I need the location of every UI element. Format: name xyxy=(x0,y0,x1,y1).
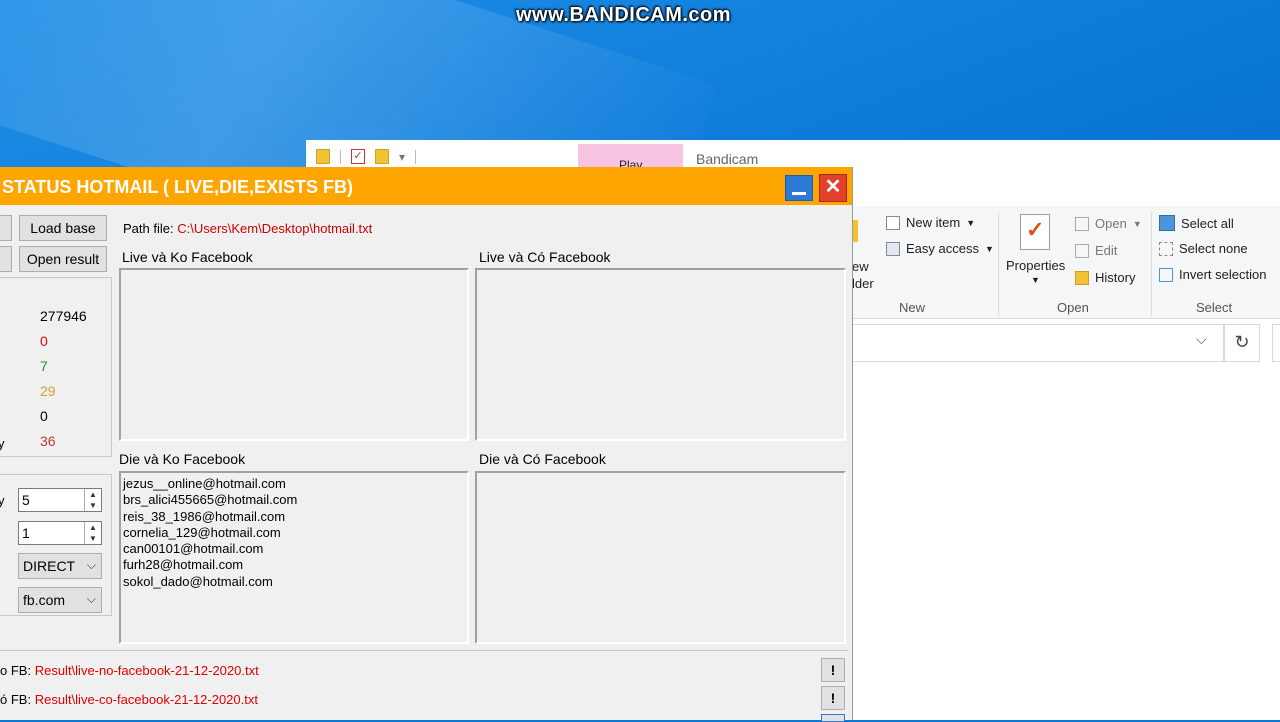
invert-selection-button[interactable]: Invert selection xyxy=(1159,267,1266,282)
minimize-button[interactable] xyxy=(785,175,813,201)
new-folder-label-partial[interactable]: ew lder xyxy=(852,258,874,292)
load-base-button[interactable]: Load base xyxy=(19,215,107,241)
list-item[interactable]: brs_alici455665@hotmail.com xyxy=(123,492,465,508)
easy-access-icon xyxy=(886,241,900,256)
list-item[interactable]: sokol_dado@hotmail.com xyxy=(123,574,465,590)
select-all-icon xyxy=(1159,215,1175,231)
chevron-down-icon: ⌵ xyxy=(86,558,96,572)
result-live-no-facebook: o FB: Result\live-no-facebook-21-12-2020… xyxy=(0,663,259,678)
live-co-facebook-list[interactable] xyxy=(475,268,846,441)
properties-check-icon[interactable]: ✓ xyxy=(351,149,365,164)
new-item-icon xyxy=(886,215,900,230)
path-file-value: C:\Users\Kem\Desktop\hotmail.txt xyxy=(177,221,373,236)
search-box[interactable] xyxy=(1272,324,1280,362)
list-item[interactable]: reis_38_1986@hotmail.com xyxy=(123,509,465,525)
list-item[interactable]: can00101@hotmail.com xyxy=(123,541,465,557)
divider xyxy=(0,650,848,651)
explorer-title: Bandicam xyxy=(696,151,759,167)
customize-toolbar-icon[interactable]: ▾ xyxy=(399,150,405,164)
live-co-facebook-label: Live và Có Facebook xyxy=(479,249,611,265)
group-select-label: Select xyxy=(1196,300,1233,315)
die-ko-facebook-label: Die và Ko Facebook xyxy=(119,451,246,467)
threads-edge-label: y xyxy=(0,493,5,508)
window-title: STATUS HOTMAIL ( LIVE,DIE,EXISTS FB) xyxy=(2,177,354,197)
stat-live: 7 xyxy=(40,358,48,374)
select-all-button[interactable]: Select all xyxy=(1159,215,1234,231)
list-item[interactable]: furh28@hotmail.com xyxy=(123,557,465,573)
die-ko-facebook-list[interactable]: jezus__online@hotmail.com brs_alici45566… xyxy=(119,471,469,644)
stat-checked: 36 xyxy=(40,433,56,449)
history-button[interactable]: History xyxy=(1075,270,1135,285)
list-item[interactable]: cornelia_129@hotmail.com xyxy=(123,525,465,541)
stepper-arrows-icon: ▲ ▼ xyxy=(84,522,101,544)
select-none-button[interactable]: Select none xyxy=(1159,241,1248,256)
properties-button[interactable]: Properties xyxy=(1006,258,1065,273)
list-item[interactable]: jezus__online@hotmail.com xyxy=(123,476,465,492)
open-button[interactable]: Open ▼ xyxy=(1075,216,1142,231)
address-bar[interactable] xyxy=(852,324,1224,362)
group-new-label: New xyxy=(899,300,926,315)
chevron-down-icon[interactable]: ⌵ xyxy=(1196,331,1207,348)
new-item-button[interactable]: New item ▼ xyxy=(886,215,975,230)
tool-titlebar: STATUS HOTMAIL ( LIVE,DIE,EXISTS FB) ✕ xyxy=(0,167,852,205)
die-co-facebook-label: Die và Có Facebook xyxy=(479,451,606,467)
stat-edge-label: y xyxy=(0,436,5,451)
chevron-down-icon: ⌵ xyxy=(86,592,96,606)
new-folder-icon[interactable] xyxy=(375,149,389,164)
stats-panel xyxy=(0,277,112,457)
proxy-mode-select[interactable]: DIRECT ⌵ xyxy=(18,553,102,579)
quick-access-toolbar: ✓ ▾ xyxy=(316,149,417,164)
result-live-co-facebook: ó FB: Result\live-co-facebook-21-12-2020… xyxy=(0,692,258,707)
invert-selection-icon xyxy=(1159,267,1173,282)
folder-icon[interactable] xyxy=(316,149,330,164)
live-ko-facebook-list[interactable] xyxy=(119,268,469,441)
domain-select[interactable]: fb.com ⌵ xyxy=(18,587,102,613)
live-ko-facebook-label: Live và Ko Facebook xyxy=(122,249,253,265)
partial-button-3[interactable] xyxy=(821,714,845,722)
close-button[interactable]: ✕ xyxy=(819,174,847,202)
timeout-stepper[interactable]: 1 ▲ ▼ xyxy=(18,521,102,545)
open-result-button[interactable]: Open result xyxy=(19,246,107,272)
group-open-label: Open xyxy=(1057,300,1089,315)
select-none-icon xyxy=(1159,241,1173,256)
threads-stepper[interactable]: 5 ▲ ▼ xyxy=(18,488,102,512)
properties-icon[interactable] xyxy=(1020,214,1050,250)
stat-exists: 29 xyxy=(40,383,56,399)
easy-access-button[interactable]: Easy access ▼ xyxy=(886,241,994,256)
edit-button[interactable]: Edit xyxy=(1075,243,1117,258)
stat-total: 277946 xyxy=(40,308,87,324)
stat-error: 0 xyxy=(40,408,48,424)
refresh-icon[interactable]: ↻ xyxy=(1224,324,1260,362)
bandicam-watermark: www.BANDICAM.com xyxy=(516,4,732,26)
properties-dropdown-icon[interactable]: ▼ xyxy=(1031,275,1040,285)
open-result-1-button[interactable]: ! xyxy=(821,658,845,682)
edit-icon xyxy=(1075,243,1089,258)
path-file-label: Path file: C:\Users\Kem\Desktop\hotmail.… xyxy=(123,221,373,236)
open-result-2-button[interactable]: ! xyxy=(821,686,845,710)
partial-button-2[interactable] xyxy=(0,246,12,272)
open-icon xyxy=(1075,216,1089,231)
partial-button-1[interactable] xyxy=(0,215,12,241)
history-icon xyxy=(1075,270,1089,285)
status-hotmail-window: STATUS HOTMAIL ( LIVE,DIE,EXISTS FB) ✕ L… xyxy=(0,167,853,722)
stepper-arrows-icon: ▲ ▼ xyxy=(84,489,101,511)
die-co-facebook-list[interactable] xyxy=(475,471,846,644)
stat-die: 0 xyxy=(40,333,48,349)
